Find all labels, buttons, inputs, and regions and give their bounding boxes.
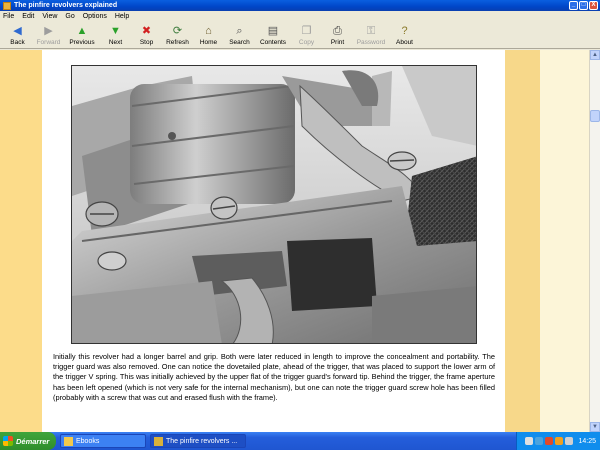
page-right-margin [505, 50, 540, 432]
menu-go[interactable]: Go [65, 11, 74, 22]
toolbar-label: Forward [36, 39, 61, 46]
clock: 14:25 [578, 437, 596, 445]
windows-logo-icon [3, 436, 13, 446]
browser-window: The pinfire revolvers explained _ □ X Fi… [0, 0, 600, 432]
toolbar-label: Print [330, 39, 345, 46]
window-controls: _ □ X [569, 1, 598, 10]
close-button[interactable]: X [589, 1, 598, 10]
toolbar-label: Password [356, 39, 386, 46]
back-button[interactable]: ◀ Back [2, 22, 33, 49]
print-button[interactable]: ⎙ Print [322, 22, 353, 49]
start-label: Démarrer [16, 436, 50, 446]
tray-antivirus-icon[interactable] [545, 437, 554, 445]
copy-icon: ❐ [301, 25, 312, 37]
forward-button[interactable]: ▶ Forward [33, 22, 64, 49]
book-icon [154, 436, 163, 446]
task-label: The pinfire revolvers ... [166, 437, 238, 445]
folder-icon [64, 436, 73, 446]
previous-button[interactable]: ▲ Previous [64, 22, 100, 49]
menu-file[interactable]: File [3, 11, 14, 22]
menu-bar: File Edit View Go Options Help [0, 11, 600, 22]
toolbar: ◀ Back ▶ Forward ▲ Previous ▼ Next ✖ Stop ⟳ Refresh… [0, 22, 600, 49]
task-pinfire-revolvers[interactable]: The pinfire revolvers ... [150, 434, 246, 448]
minimize-button[interactable]: _ [569, 1, 578, 10]
toolbar-label: Refresh [166, 39, 189, 46]
scroll-down-arrow[interactable]: ▼ [590, 422, 600, 432]
menu-view[interactable]: View [42, 11, 57, 22]
toolbar-label: About [396, 39, 413, 46]
window-title: The pinfire revolvers explained [14, 2, 118, 9]
page-left-margin [0, 50, 42, 432]
up-arrow-icon: ▲ [76, 25, 88, 37]
toolbar-label: Contents [259, 39, 287, 46]
down-arrow-icon: ▼ [110, 25, 121, 37]
task-ebooks[interactable]: Ebooks [60, 434, 146, 448]
toolbar-label: Stop [139, 39, 154, 46]
about-button[interactable]: ? About [389, 22, 420, 49]
menu-options[interactable]: Options [83, 11, 107, 22]
print-icon: ⎙ [333, 25, 342, 37]
stop-icon: ✖ [141, 25, 152, 37]
refresh-icon: ⟳ [172, 25, 183, 37]
refresh-button[interactable]: ⟳ Refresh [162, 22, 193, 49]
next-button[interactable]: ▼ Next [100, 22, 131, 49]
menu-help[interactable]: Help [115, 11, 129, 22]
description-paragraph: Initially this revolver had a longer bar… [53, 352, 495, 402]
search-button[interactable]: ⌕ Search [224, 22, 255, 49]
scroll-up-arrow[interactable]: ▲ [590, 50, 600, 60]
title-bar[interactable]: The pinfire revolvers explained _ □ X [0, 0, 600, 11]
revolver-photo [71, 65, 477, 344]
page-body: Initially this revolver had a longer bar… [42, 50, 505, 432]
page-right-background [540, 50, 589, 432]
home-icon: ⌂ [205, 25, 212, 37]
home-button[interactable]: ⌂ Home [193, 22, 224, 49]
scroll-thumb[interactable] [590, 110, 600, 122]
toolbar-label: Back [10, 39, 25, 46]
forward-arrow-icon: ▶ [44, 25, 53, 37]
tray-network-icon[interactable] [525, 437, 534, 445]
toolbar-label: Copy [298, 39, 315, 46]
password-button[interactable]: ⚿ Password [353, 22, 389, 49]
task-label: Ebooks [76, 437, 100, 445]
stop-button[interactable]: ✖ Stop [131, 22, 162, 49]
maximize-button[interactable]: □ [579, 1, 588, 10]
vertical-scrollbar[interactable]: ▲ ▼ [589, 50, 600, 432]
contents-button[interactable]: ▤ Contents [255, 22, 291, 49]
app-icon [3, 1, 11, 10]
system-tray: 14:25 [516, 432, 600, 450]
key-icon: ⚿ [366, 25, 376, 37]
back-arrow-icon: ◀ [13, 25, 22, 37]
tray-monitor-icon[interactable] [535, 437, 544, 445]
contents-icon: ▤ [267, 25, 279, 37]
about-icon: ? [401, 25, 408, 37]
menu-edit[interactable]: Edit [22, 11, 34, 22]
toolbar-label: Search [229, 39, 250, 46]
content-area: Initially this revolver had a longer bar… [0, 50, 589, 432]
tray-volume-icon[interactable] [565, 437, 574, 445]
toolbar-label: Home [199, 39, 218, 46]
start-button[interactable]: Démarrer [0, 432, 56, 450]
tray-app-icon[interactable] [555, 437, 564, 445]
toolbar-label: Previous [69, 39, 95, 46]
taskbar: Démarrer Ebooks The pinfire revolvers ..… [0, 432, 600, 450]
copy-button[interactable]: ❐ Copy [291, 22, 322, 49]
search-icon: ⌕ [236, 25, 243, 37]
toolbar-label: Next [108, 39, 123, 46]
